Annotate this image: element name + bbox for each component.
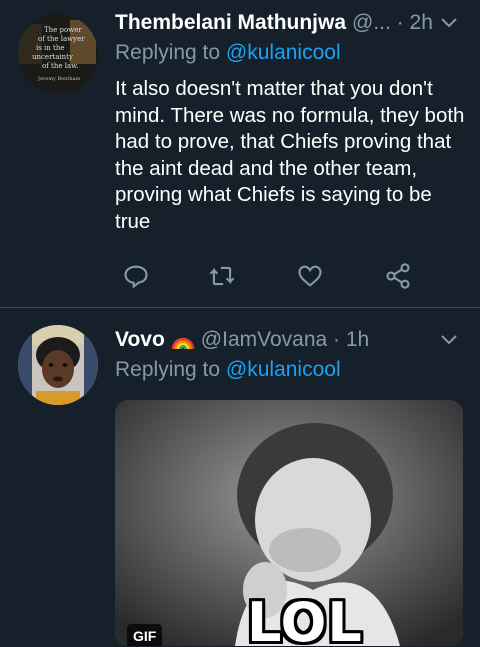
tweet-text: It also doesn't matter that you don't mi…: [115, 77, 465, 233]
replying-prefix: Replying to: [115, 358, 226, 381]
svg-text:The power: The power: [44, 26, 82, 34]
svg-text:Jeremy Bentham: Jeremy Bentham: [37, 76, 81, 82]
share-icon[interactable]: [380, 258, 416, 294]
tweet-header: Thembelani Mathunjwa @... · 2h: [115, 8, 460, 38]
gif-caption: LOL: [247, 591, 363, 646]
author-name[interactable]: Vovo: [115, 328, 165, 352]
mention-link[interactable]: @kulanicool: [226, 41, 341, 64]
mention-link[interactable]: @kulanicool: [226, 358, 341, 381]
gif-media[interactable]: GIF LOL: [115, 400, 463, 646]
replying-to: Replying to @kulanicool: [115, 358, 341, 382]
reply-icon[interactable]: [118, 258, 154, 294]
author-name[interactable]: Thembelani Mathunjwa: [115, 11, 346, 35]
avatar[interactable]: [18, 325, 98, 405]
gif-badge: GIF: [127, 624, 163, 646]
tweet-actions: [118, 258, 418, 294]
svg-text:is in the: is in the: [36, 44, 65, 52]
replying-to: Replying to @kulanicool: [115, 41, 341, 65]
avatar[interactable]: The power of the lawyer is in the uncert…: [18, 14, 98, 94]
tweet[interactable]: The power of the lawyer is in the uncert…: [0, 0, 480, 308]
svg-text:of the lawyer: of the lawyer: [38, 35, 85, 43]
tweet[interactable]: Vovo @IamVovana · 1h Replying to @kulani…: [0, 309, 480, 647]
handle-time: @IamVovana · 1h: [200, 328, 370, 351]
chevron-down-icon[interactable]: [438, 329, 460, 351]
replying-prefix: Replying to: [115, 41, 226, 64]
like-icon[interactable]: [292, 258, 328, 294]
chevron-down-icon[interactable]: [438, 12, 460, 34]
handle-time: @... · 2h: [352, 11, 433, 34]
retweet-icon[interactable]: [204, 258, 240, 294]
svg-text:uncertainty: uncertainty: [32, 53, 73, 61]
rainbow-icon: [171, 329, 195, 351]
tweet-header: Vovo @IamVovana · 1h: [115, 325, 460, 355]
svg-text:of the law.: of the law.: [42, 62, 79, 70]
